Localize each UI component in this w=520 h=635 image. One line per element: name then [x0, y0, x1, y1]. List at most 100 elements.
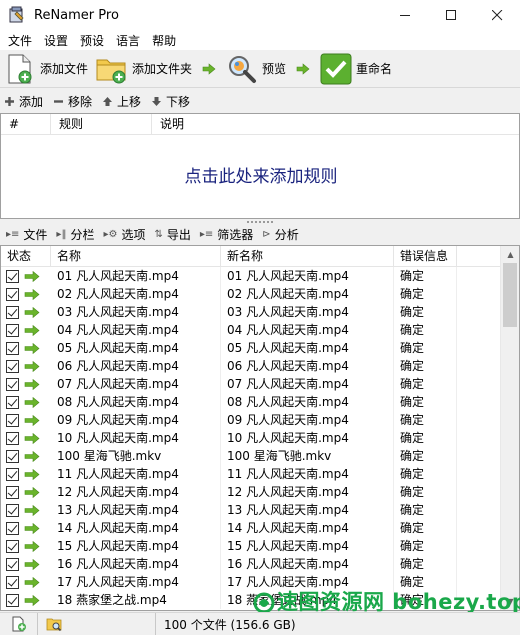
menu-language[interactable]: 语言 [110, 32, 146, 49]
row-error: 确定 [394, 303, 457, 321]
row-checkbox[interactable] [6, 359, 19, 373]
status-add-cell[interactable] [0, 612, 38, 635]
table-row[interactable]: 03 凡人风起天南.mp4 03 凡人风起天南.mp4 确定 [1, 303, 501, 321]
export-icon: ⇅ [154, 229, 163, 240]
add-rule-button[interactable]: 添加 [4, 93, 43, 110]
rules-panel[interactable]: # 规则 说明 点击此处来添加规则 [0, 113, 520, 219]
filters-menu-button[interactable]: ▸≡ 筛选器 [200, 226, 253, 243]
row-checkbox[interactable] [6, 521, 19, 535]
files-menu-icon: ▸≡ [6, 229, 20, 240]
col-error[interactable]: 错误信息 [394, 246, 457, 267]
export-menu-label: 导出 [166, 228, 191, 242]
export-menu-button[interactable]: ⇅ 导出 [154, 226, 190, 243]
add-folder-button[interactable]: 添加文件夹 [92, 52, 196, 86]
row-name: 07 凡人风起天南.mp4 [51, 375, 221, 393]
row-checkbox[interactable] [6, 395, 19, 409]
move-down-button[interactable]: 下移 [151, 93, 190, 110]
col-name[interactable]: 名称 [51, 246, 221, 267]
table-row[interactable]: 09 凡人风起天南.mp4 09 凡人风起天南.mp4 确定 [1, 411, 501, 429]
row-checkbox[interactable] [6, 449, 19, 463]
row-checkbox[interactable] [6, 503, 19, 517]
files-panel[interactable]: 状态 名称 新名称 错误信息 01 凡人风起天南.mp4 01 凡人风起天南.mp… [0, 245, 520, 611]
row-error: 确定 [394, 447, 457, 465]
minus-icon [54, 99, 64, 103]
table-row[interactable]: 01 凡人风起天南.mp4 01 凡人风起天南.mp4 确定 [1, 267, 501, 285]
status-bar: 100 个文件 (156.6 GB) [0, 612, 520, 635]
table-row[interactable]: 07 凡人风起天南.mp4 07 凡人风起天南.mp4 确定 [1, 375, 501, 393]
row-name: 04 凡人风起天南.mp4 [51, 321, 221, 339]
scroll-thumb[interactable] [503, 263, 517, 327]
rules-col-description[interactable]: 说明 [152, 114, 519, 135]
row-checkbox[interactable] [6, 305, 19, 319]
remove-rule-button[interactable]: 移除 [53, 93, 92, 110]
menu-file[interactable]: 文件 [2, 32, 38, 49]
table-row[interactable]: 05 凡人风起天南.mp4 05 凡人风起天南.mp4 确定 [1, 339, 501, 357]
table-row[interactable]: 11 凡人风起天南.mp4 11 凡人风起天南.mp4 确定 [1, 465, 501, 483]
row-status [1, 287, 51, 301]
menu-settings[interactable]: 设置 [38, 32, 74, 49]
row-new-name: 05 凡人风起天南.mp4 [221, 339, 394, 357]
menu-help[interactable]: 帮助 [146, 32, 182, 49]
add-files-button[interactable]: 添加文件 [0, 52, 92, 86]
columns-menu-button[interactable]: ▸‖ 分栏 [56, 226, 94, 243]
table-row[interactable]: 13 凡人风起天南.mp4 13 凡人风起天南.mp4 确定 [1, 501, 501, 519]
move-up-button[interactable]: 上移 [102, 93, 141, 110]
row-name: 11 凡人风起天南.mp4 [51, 465, 221, 483]
row-checkbox[interactable] [6, 539, 19, 553]
row-checkbox[interactable] [6, 341, 19, 355]
maximize-button[interactable] [428, 0, 474, 31]
row-checkbox[interactable] [6, 287, 19, 301]
row-checkbox[interactable] [6, 431, 19, 445]
row-checkbox[interactable] [6, 269, 19, 283]
scroll-up-icon[interactable]: ▲ [501, 246, 519, 263]
add-rule-prompt[interactable]: 点击此处来添加规则 [1, 162, 520, 187]
rules-col-index[interactable]: # [1, 113, 51, 135]
row-checkbox[interactable] [6, 377, 19, 391]
row-error: 确定 [394, 465, 457, 483]
row-status [1, 359, 51, 373]
col-status[interactable]: 状态 [1, 246, 51, 267]
row-status [1, 485, 51, 499]
close-button[interactable] [474, 0, 520, 31]
row-new-name: 01 凡人风起天南.mp4 [221, 267, 394, 285]
row-checkbox[interactable] [6, 467, 19, 481]
rename-button[interactable]: 重命名 [316, 52, 396, 86]
table-row[interactable]: 15 凡人风起天南.mp4 15 凡人风起天南.mp4 确定 [1, 537, 501, 555]
table-row[interactable]: 12 凡人风起天南.mp4 12 凡人风起天南.mp4 确定 [1, 483, 501, 501]
preview-button[interactable]: 预览 [222, 52, 290, 86]
table-row[interactable]: 06 凡人风起天南.mp4 06 凡人风起天南.mp4 确定 [1, 357, 501, 375]
row-name: 17 凡人风起天南.mp4 [51, 573, 221, 591]
row-checkbox[interactable] [6, 485, 19, 499]
filter-icon: ▸≡ [199, 229, 214, 240]
status-folder-cell[interactable] [38, 612, 156, 635]
row-checkbox[interactable] [6, 557, 19, 571]
vertical-scrollbar[interactable]: ▲ ▼ [500, 246, 519, 610]
row-name: 100 星海飞驰.mkv [51, 447, 221, 465]
row-name: 18 燕家堡之战.mp4 [51, 591, 221, 609]
rules-col-rule[interactable]: 规则 [51, 113, 152, 135]
table-row[interactable]: 02 凡人风起天南.mp4 02 凡人风起天南.mp4 确定 [1, 285, 501, 303]
row-name: 01 凡人风起天南.mp4 [51, 267, 221, 285]
row-checkbox[interactable] [6, 575, 19, 589]
row-checkbox[interactable] [6, 323, 19, 337]
options-menu-button[interactable]: ▸⚙ 选项 [103, 226, 145, 243]
analyze-menu-button[interactable]: ⊳ 分析 [262, 226, 298, 243]
row-error: 确定 [394, 483, 457, 501]
table-row[interactable]: 04 凡人风起天南.mp4 04 凡人风起天南.mp4 确定 [1, 321, 501, 339]
table-row[interactable]: 10 凡人风起天南.mp4 10 凡人风起天南.mp4 确定 [1, 429, 501, 447]
row-name: 09 凡人风起天南.mp4 [51, 411, 221, 429]
menu-presets[interactable]: 预设 [74, 32, 110, 49]
table-row[interactable]: 100 星海飞驰.mkv 100 星海飞驰.mkv 确定 [1, 447, 501, 465]
row-new-name: 10 凡人风起天南.mp4 [221, 429, 394, 447]
col-new-name[interactable]: 新名称 [221, 246, 394, 267]
table-row[interactable]: 14 凡人风起天南.mp4 14 凡人风起天南.mp4 确定 [1, 519, 501, 537]
minimize-button[interactable] [382, 0, 428, 31]
row-new-name: 07 凡人风起天南.mp4 [221, 375, 394, 393]
files-menu-button[interactable]: ▸≡ 文件 [6, 226, 47, 243]
row-checkbox[interactable] [6, 593, 19, 607]
table-row[interactable]: 08 凡人风起天南.mp4 08 凡人风起天南.mp4 确定 [1, 393, 501, 411]
row-name: 14 凡人风起天南.mp4 [51, 519, 221, 537]
table-row[interactable]: 16 凡人风起天南.mp4 16 凡人风起天南.mp4 确定 [1, 555, 501, 573]
row-checkbox[interactable] [6, 413, 19, 427]
status-file-count: 100 个文件 (156.6 GB) [156, 613, 520, 635]
